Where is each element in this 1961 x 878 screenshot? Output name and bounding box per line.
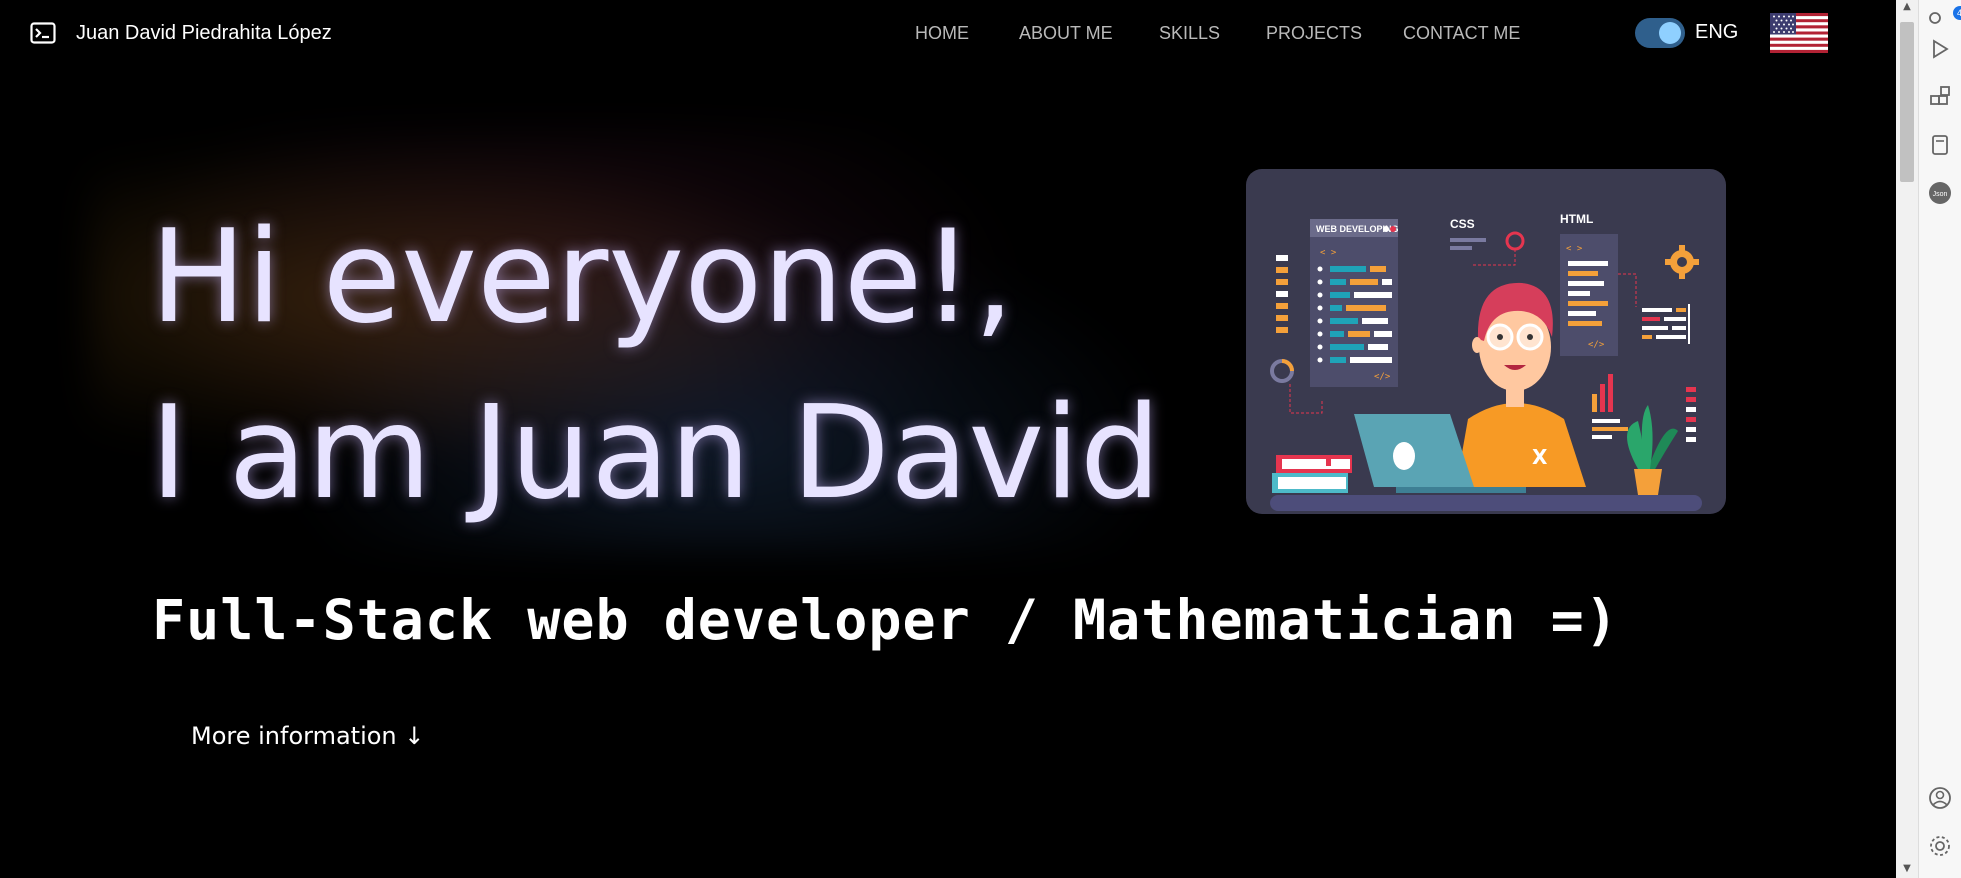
hero-line-greeting: Hi everyone!, — [150, 203, 1015, 352]
nav-item-projects[interactable]: PROJECTS — [1266, 20, 1362, 46]
gear-icon — [1665, 245, 1699, 279]
laptop-sticker-letter: X — [1532, 445, 1548, 469]
apps-icon[interactable] — [1927, 84, 1953, 110]
scroll-up-arrow[interactable]: ▲ — [1901, 2, 1913, 12]
developer-illustration: WEB DEVELOPING < > </> CSS HTML < > </> … — [1246, 169, 1726, 514]
html-label: HTML — [1560, 212, 1593, 226]
nav-item-home[interactable]: HOME — [915, 20, 969, 46]
plant-icon — [1627, 405, 1678, 495]
more-information-link[interactable]: More information ↓ — [191, 722, 424, 750]
left-bars — [1270, 255, 1294, 383]
extensions-badge-icon[interactable]: 46 — [1927, 4, 1961, 30]
html-open-tag: < > — [1566, 244, 1583, 254]
notification-badge: 46 — [1953, 6, 1961, 20]
terminal-icon — [30, 22, 56, 44]
theme-toggle[interactable] — [1635, 18, 1685, 48]
json-viewer-label: Json — [1933, 191, 1948, 198]
nav-item-contact-me[interactable]: CONTACT ME — [1403, 20, 1520, 46]
notebook-icon[interactable] — [1927, 132, 1953, 158]
page-scrollbar[interactable]: ▲ ▼ — [1896, 0, 1918, 878]
nav-item-skills[interactable]: SKILLS — [1159, 20, 1220, 46]
json-viewer-icon[interactable]: Json — [1927, 180, 1953, 206]
books-icon — [1272, 455, 1352, 493]
us-flag-icon[interactable] — [1770, 13, 1828, 53]
scroll-thumb[interactable] — [1900, 22, 1914, 182]
nav-item-about-me[interactable]: ABOUT ME — [1019, 20, 1113, 46]
css-label: CSS — [1450, 217, 1475, 231]
right-bars — [1686, 387, 1696, 442]
account-icon[interactable] — [1927, 785, 1953, 811]
browser-sidebar: 46 Json — [1918, 0, 1961, 878]
scroll-down-arrow[interactable]: ▼ — [1901, 864, 1913, 874]
code-close-tag: </> — [1374, 372, 1391, 382]
brand-name: Juan David Piedrahita López — [76, 21, 332, 44]
html-close-tag: </> — [1588, 340, 1605, 350]
code-open-tag: < > — [1320, 248, 1337, 258]
developer-illustration-art: WEB DEVELOPING < > </> CSS HTML < > </> … — [1270, 212, 1702, 511]
language-label[interactable]: ENG — [1695, 21, 1738, 44]
hero-title: Hi everyone!, I am Juan David — [150, 190, 1161, 542]
hero-subtitle: Full-Stack web developer / Mathematician… — [152, 588, 1619, 652]
brand[interactable]: Juan David Piedrahita López — [30, 18, 332, 48]
settings-gear-icon[interactable] — [1927, 833, 1953, 859]
media-player-icon[interactable] — [1927, 36, 1953, 62]
code-panel: WEB DEVELOPING < > </> — [1310, 219, 1399, 387]
navbar: Juan David Piedrahita López HOME ABOUT M… — [0, 0, 1896, 66]
page-viewport: Juan David Piedrahita López HOME ABOUT M… — [0, 0, 1896, 878]
toggle-knob — [1659, 22, 1681, 44]
hero-line-name: I am Juan David — [150, 379, 1161, 528]
